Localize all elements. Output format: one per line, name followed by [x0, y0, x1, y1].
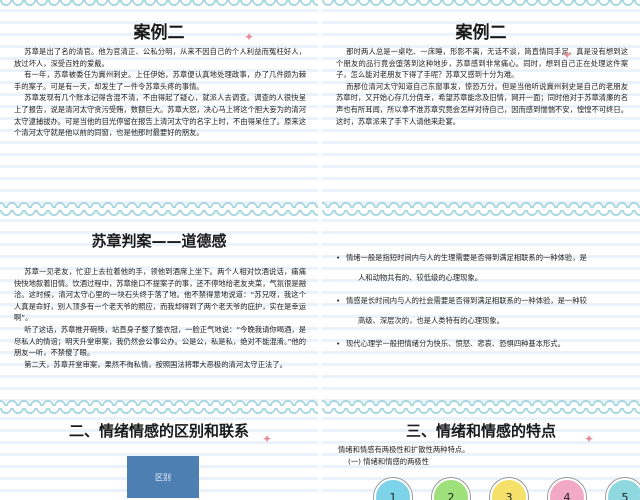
bullet-list: • 情绪一般是指短时间内与人的生理需要是否得到满足相联系的一种体验，是 人和动物共… — [336, 252, 628, 362]
slide-title: 苏章判案——道德感 — [91, 232, 227, 250]
slide-section2: 二、情绪情感的区别和联系 区别 ✦ — [0, 408, 318, 500]
paragraph: 那时两人总是一桌吃、一床睡，形影不离，无话不谈，简直情同手足。真是没有想到这个朋… — [336, 47, 628, 80]
circle-1[interactable]: 1 — [374, 478, 412, 500]
wave-border-bottom — [322, 196, 640, 208]
wave-border-top — [322, 210, 640, 222]
slide-title: 案例二 — [455, 23, 507, 43]
slide-verdict: 苏章判案——道德感 苏章一见老友，忙迎上去拉着他的手，领他到酒席上坐下。两个人相… — [0, 210, 318, 406]
slide-title: 案例二 — [133, 23, 185, 43]
slide-body: 那时两人总是一桌吃、一床睡，形影不离，无话不谈，简直情同手足。真是没有想到这个朋… — [336, 46, 628, 127]
bullet-text: 情感是长时间内与人的社会需要是否得到满足相联系的一种体验，是一种较 — [346, 296, 587, 306]
distinction-button[interactable]: 区别 — [127, 456, 199, 498]
bullet-icon: • — [336, 296, 341, 306]
section-heading: (一) 情绪和情感的两极性 — [348, 457, 429, 466]
list-item: • 情绪一般是指短时间内与人的生理需要是否得到满足相联系的一种体验，是 人和动物共… — [336, 252, 628, 283]
bullet-text: 情绪一般是指短时间内与人的生理需要是否得到满足相联系的一种体验，是 — [346, 253, 587, 262]
paragraph: 苏章发现有几个账本记得含混不清，不由得起了疑心，就派人去调查。调查的人很快呈上了… — [14, 93, 306, 138]
wave-border-bottom — [322, 394, 640, 406]
wave-border-bottom — [0, 394, 318, 406]
slide-case2-part1: 案例二 苏章是出了名的清官。他为官清正、公私分明，从来不因自己的个人利益而冤枉好… — [0, 0, 318, 208]
wave-border-top — [322, 408, 640, 420]
paragraph: 第二天，苏章开堂审案，果然不徇私情，按照国法将罪大恶极的清河太守正法了。 — [24, 359, 287, 369]
slide-emotion-definition: • 情绪一般是指短时间内与人的生理需要是否得到满足相联系的一种体验，是 人和动物共… — [322, 210, 640, 406]
paragraph: 听了这话，苏章推开碗筷，站直身子整了整衣冠，一脸正气地说：“今晚我请你喝酒，是尽… — [14, 324, 307, 358]
star-icon: ✦ — [244, 30, 255, 44]
bullet-text-cont: 人和动物共有的、较低级的心理现象。 — [358, 272, 483, 282]
circle-4[interactable]: 4 — [548, 478, 586, 500]
slide-case2-part2: 案例二 那时两人总是一桌吃、一床睡，形影不离，无话不谈，简直情同手足。真是没有想… — [322, 0, 640, 208]
polarity-circles: 1 2 3 4 5 — [374, 478, 640, 500]
bullet-text: 现代心理学一般把情绪分为快乐、愤怒、悲哀、恐惧四种基本形式。 — [346, 339, 565, 349]
circle-5[interactable]: 5 — [606, 478, 640, 500]
paragraph: 苏章是出了名的清官。他为官清正、公私分明，从来不因自己的个人利益而冤枉好人，放过… — [14, 47, 306, 68]
wave-border-bottom — [0, 196, 318, 208]
star-icon: ✦ — [262, 432, 273, 446]
circle-3[interactable]: 3 — [490, 478, 528, 500]
bullet-text-cont: 高级、深层次的，也是人类特有的心理现象。 — [358, 315, 504, 325]
wave-border-top — [322, 0, 640, 12]
bullet-icon: • — [336, 339, 341, 349]
star-icon: ✦ — [562, 48, 573, 62]
bullet-icon: • — [336, 253, 341, 262]
slide-section3: 三、情绪和情感的特点 情绪和情感有两极性和扩散性两种特点。 (一) 情绪和情感的… — [322, 408, 640, 500]
list-item: • 情感是长时间内与人的社会需要是否得到满足相联系的一种体验，是一种较 高级、深层… — [336, 295, 628, 326]
slide-body: 苏章是出了名的清官。他为官清正、公私分明，从来不因自己的个人利益而冤枉好人，放过… — [14, 46, 306, 139]
paragraph: 而那位清河太守知道自己东窗事发，惊恐万分。但是当他听说冀州刺史是自己的老朋友苏章… — [336, 81, 628, 126]
list-item: • 现代心理学一般把情绪分为快乐、愤怒、悲哀、恐惧四种基本形式。 — [336, 338, 628, 350]
slide-body: 苏章一见老友，忙迎上去拉着他的手，领他到酒席上坐下。两个人相对饮酒说话，痛痛快快… — [14, 266, 306, 370]
wave-border-top — [0, 0, 318, 12]
wave-border-top — [0, 210, 318, 222]
circle-2[interactable]: 2 — [432, 478, 470, 500]
wave-border-top — [0, 408, 318, 420]
star-icon: ✦ — [584, 432, 595, 446]
paragraph: 苏章一见老友，忙迎上去拉着他的手，领他到酒席上坐下。两个人相对饮酒说话，痛痛快快… — [14, 267, 306, 323]
section-subtitle: 情绪和情感有两极性和扩散性两种特点。 — [338, 445, 470, 454]
paragraph: 有一年，苏章被委任为冀州刺史。上任伊始，苏章便认真地处理政事，办了几件颇为棘手的… — [14, 70, 306, 91]
